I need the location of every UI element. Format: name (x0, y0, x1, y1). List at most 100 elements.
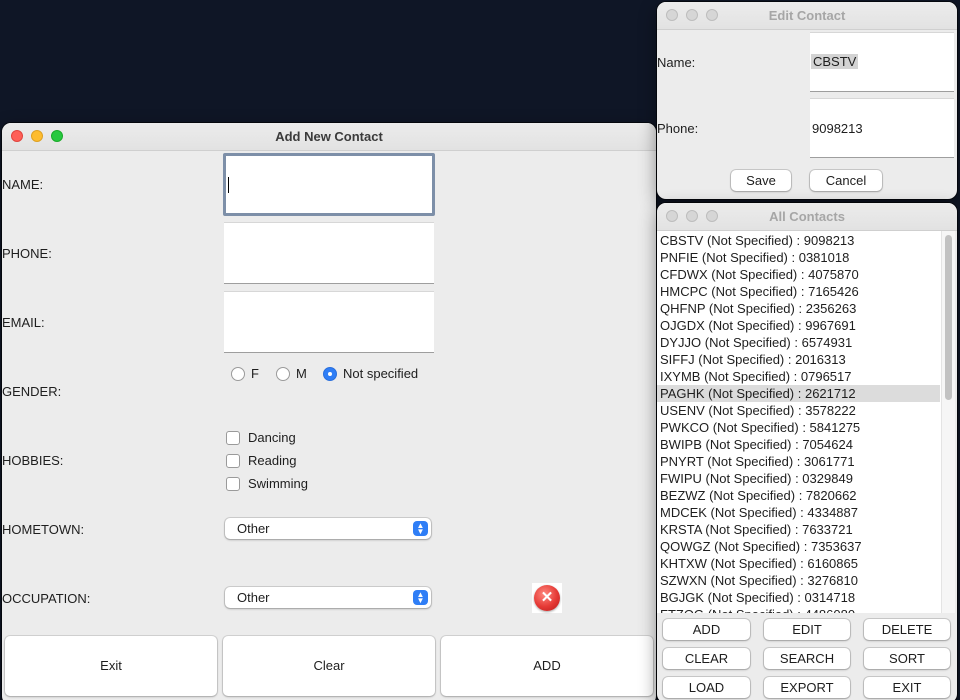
contact-list-item[interactable]: PNFIE (Not Specified) : 0381018 (657, 249, 940, 266)
contact-list-item[interactable]: IXYMB (Not Specified) : 0796517 (657, 368, 940, 385)
exit-button[interactable]: Exit (5, 636, 217, 696)
contact-list-item[interactable]: SIFFJ (Not Specified) : 2016313 (657, 351, 940, 368)
list-search-button[interactable]: SEARCH (764, 648, 850, 669)
gender-label: GENDER: (2, 384, 62, 399)
clear-button[interactable]: Clear (223, 636, 435, 696)
minimize-window-button[interactable] (686, 210, 698, 222)
contacts-list[interactable]: CBSTV (Not Specified) : 9098213 PNFIE (No… (657, 231, 955, 613)
gender-radio-label: M (296, 366, 307, 381)
contact-list-item[interactable]: USENV (Not Specified) : 3578222 (657, 402, 940, 419)
phone-input[interactable] (224, 222, 434, 284)
contacts-scrollbar[interactable] (941, 231, 955, 613)
contact-list-item[interactable]: FTZOG (Not Specified) : 4486080 (657, 606, 940, 613)
contact-list-item[interactable]: KHTXW (Not Specified) : 6160865 (657, 555, 940, 572)
contact-list-item[interactable]: FWIPU (Not Specified) : 0329849 (657, 470, 940, 487)
checkbox-icon (226, 476, 240, 491)
contact-list-item[interactable]: SZWXN (Not Specified) : 3276810 (657, 572, 940, 589)
hometown-label: HOMETOWN: (2, 522, 85, 537)
hobby-label: Dancing (248, 430, 296, 445)
name-input[interactable] (223, 153, 435, 216)
checkbox-icon (226, 430, 240, 445)
edit-name-label: Name: (657, 55, 696, 70)
minimize-window-button[interactable] (31, 130, 43, 142)
occupation-label: OCCUPATION: (2, 591, 91, 606)
edit-contact-window: Edit Contact Name: CBSTV Phone: 9098213 … (657, 2, 957, 199)
list-export-button[interactable]: EXPORT (764, 677, 850, 698)
gender-radio-label: F (251, 366, 259, 381)
contact-list-item[interactable]: HMCPC (Not Specified) : 7165426 (657, 283, 940, 300)
contact-list-item[interactable]: OJGDX (Not Specified) : 9967691 (657, 317, 940, 334)
contact-list-item[interactable]: BEZWZ (Not Specified) : 7820662 (657, 487, 940, 504)
all-contacts-window: All Contacts CBSTV (Not Specified) : 909… (657, 203, 957, 700)
list-sort-button[interactable]: SORT (864, 648, 950, 669)
checkbox-icon (226, 453, 240, 468)
edit-phone-input[interactable]: 9098213 (810, 98, 954, 158)
add-contact-title: Add New Contact (275, 129, 383, 144)
hometown-select[interactable]: Other ▲ ▼ (225, 518, 431, 539)
contact-list-item[interactable]: PAGHK (Not Specified) : 2621712 (657, 385, 940, 402)
radio-button-icon (276, 366, 290, 381)
contact-list-item[interactable]: CBSTV (Not Specified) : 9098213 (657, 232, 940, 249)
hobby-checkbox-dancing[interactable]: Dancing (226, 430, 296, 445)
hobby-label: Swimming (248, 476, 308, 491)
gender-radio-not-specified[interactable]: Not specified (323, 366, 418, 381)
hobby-label: Reading (248, 453, 297, 468)
contact-list-item[interactable]: CFDWX (Not Specified) : 4075870 (657, 266, 940, 283)
contact-list-item[interactable]: QOWGZ (Not Specified) : 7353637 (657, 538, 940, 555)
edit-contact-titlebar[interactable]: Edit Contact (657, 2, 957, 30)
contact-list-item[interactable]: QHFNP (Not Specified) : 2356263 (657, 300, 940, 317)
phone-label: PHONE: (2, 246, 52, 261)
close-window-button[interactable] (666, 9, 678, 21)
contact-list-item[interactable]: KRSTA (Not Specified) : 7633721 (657, 521, 940, 538)
hobbies-label: HOBBIES: (2, 453, 64, 468)
radio-button-selected-icon (323, 366, 337, 381)
list-edit-button[interactable]: EDIT (764, 619, 850, 640)
edit-contact-title: Edit Contact (768, 8, 846, 23)
add-contact-window: Add New Contact NAME: PHONE: EMAIL: GEND… (2, 123, 656, 700)
gender-radio-label: Not specified (343, 366, 419, 381)
save-button[interactable]: Save (731, 170, 791, 191)
all-contacts-title: All Contacts (769, 209, 845, 224)
list-exit-button[interactable]: EXIT (864, 677, 950, 698)
zoom-window-button[interactable] (51, 130, 63, 142)
text-caret (228, 177, 229, 193)
zoom-window-button[interactable] (706, 210, 718, 222)
edit-phone-value: 9098213 (812, 121, 863, 136)
scrollbar-thumb[interactable] (945, 235, 952, 400)
minimize-window-button[interactable] (686, 9, 698, 21)
email-label: EMAIL: (2, 315, 45, 330)
zoom-window-button[interactable] (706, 9, 718, 21)
edit-name-value: CBSTV (811, 54, 859, 69)
list-add-button[interactable]: ADD (663, 619, 750, 640)
gender-radio-m[interactable]: M (276, 366, 307, 381)
add-contact-titlebar[interactable]: Add New Contact (2, 123, 656, 151)
edit-name-input[interactable]: CBSTV (810, 32, 954, 92)
contact-list-item[interactable]: PWKCO (Not Specified) : 5841275 (657, 419, 940, 436)
all-contacts-titlebar[interactable]: All Contacts (657, 203, 957, 231)
occupation-value: Other (237, 590, 270, 605)
contact-list-item[interactable]: DYJJO (Not Specified) : 6574931 (657, 334, 940, 351)
chevron-up-down-icon: ▲ ▼ (413, 590, 428, 605)
hobby-checkbox-swimming[interactable]: Swimming (226, 476, 308, 491)
list-delete-button[interactable]: DELETE (864, 619, 950, 640)
add-button[interactable]: ADD (441, 636, 653, 696)
name-label: NAME: (2, 177, 44, 192)
contact-list-item[interactable]: MDCEK (Not Specified) : 4334887 (657, 504, 940, 521)
cancel-button[interactable]: Cancel (810, 170, 882, 191)
hobby-checkbox-reading[interactable]: Reading (226, 453, 296, 468)
occupation-select[interactable]: Other ▲ ▼ (225, 587, 431, 608)
edit-phone-label: Phone: (657, 121, 699, 136)
close-window-button[interactable] (666, 210, 678, 222)
list-load-button[interactable]: LOAD (663, 677, 750, 698)
contact-list-item[interactable]: PNYRT (Not Specified) : 3061771 (657, 453, 940, 470)
radio-button-icon (231, 366, 245, 381)
contact-list-item[interactable]: BWIPB (Not Specified) : 7054624 (657, 436, 940, 453)
list-clear-button[interactable]: CLEAR (663, 648, 750, 669)
error-x-icon: ✕ (532, 583, 562, 613)
chevron-up-down-icon: ▲ ▼ (413, 521, 428, 536)
hometown-value: Other (237, 521, 270, 536)
contact-list-item[interactable]: BGJGK (Not Specified) : 0314718 (657, 589, 940, 606)
close-window-button[interactable] (11, 130, 23, 142)
gender-radio-f[interactable]: F (231, 366, 259, 381)
email-input[interactable] (224, 291, 434, 353)
